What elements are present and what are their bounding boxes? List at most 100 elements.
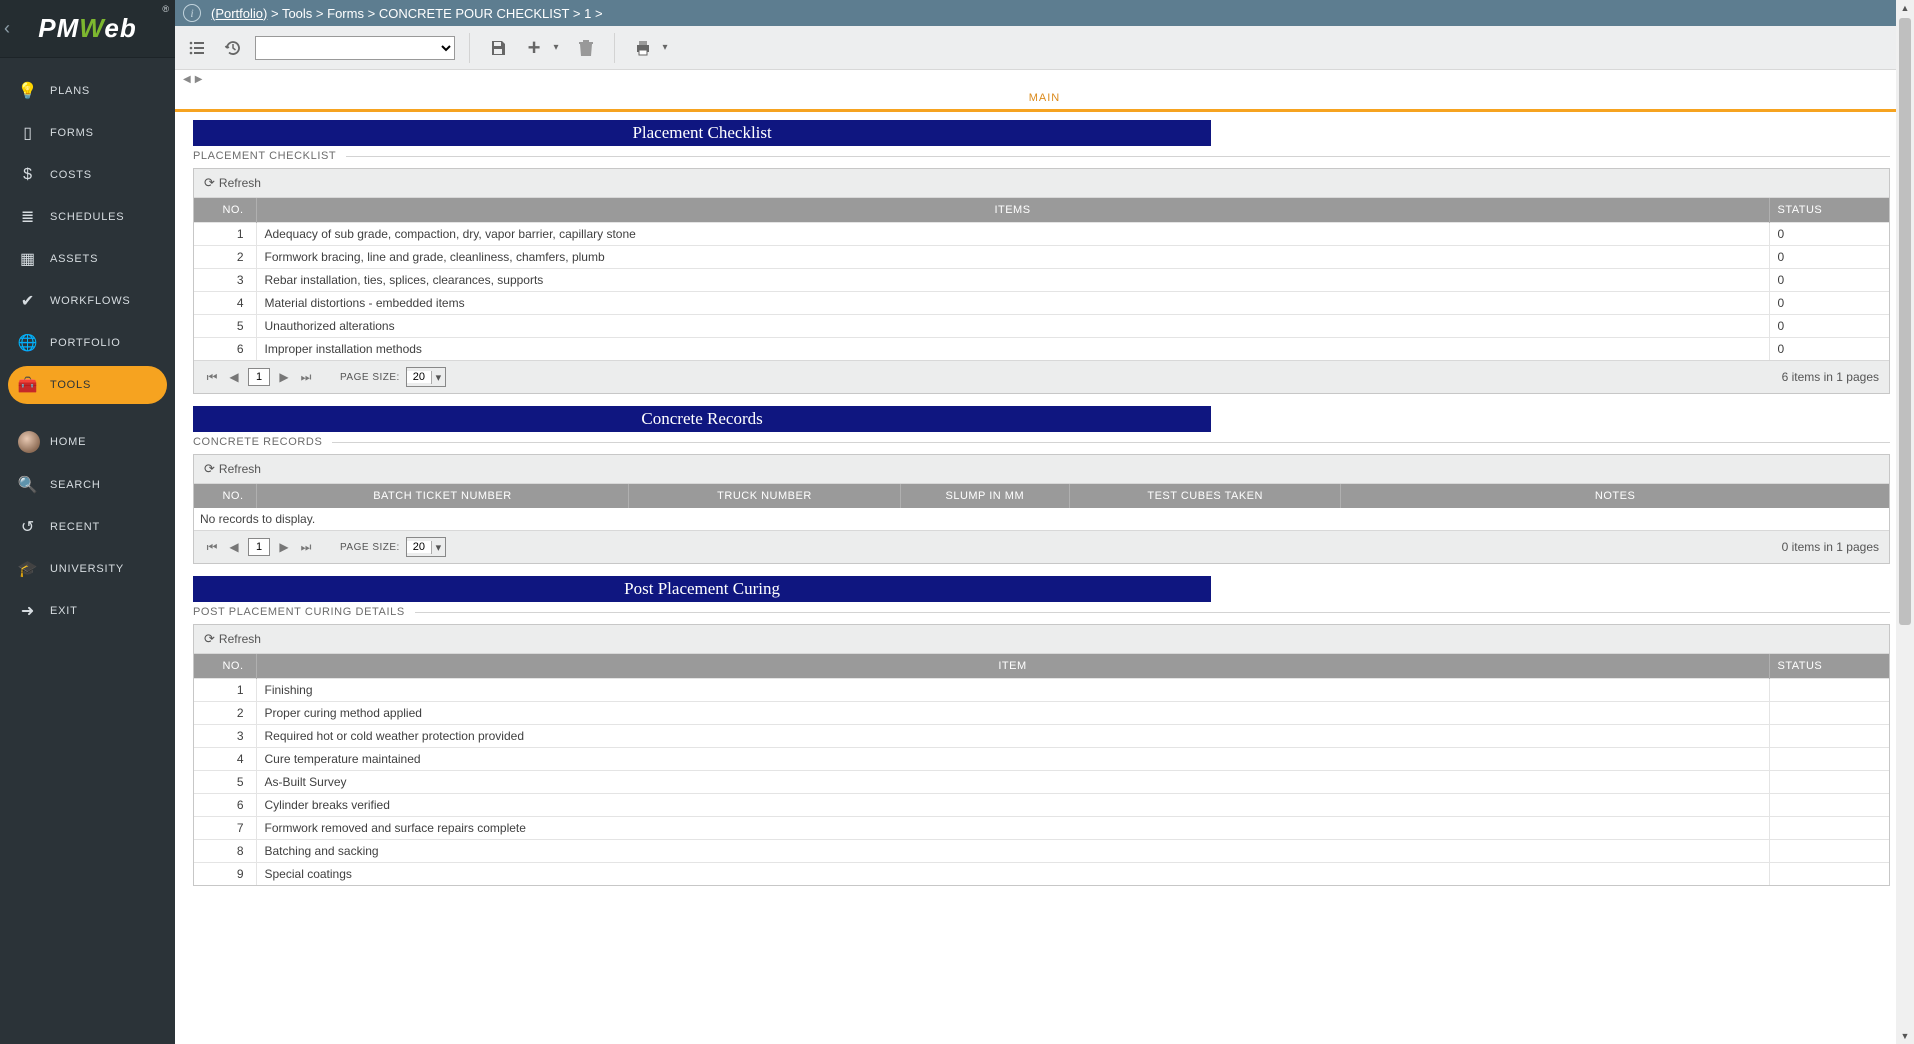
panel-collapse-controls: ◀ ▶ <box>175 70 1914 88</box>
page-size-select[interactable]: ▾ <box>406 537 446 557</box>
nav-tools[interactable]: 🧰TOOLS <box>8 366 167 404</box>
sidebar-collapse-icon[interactable]: ‹ <box>4 18 10 39</box>
nav-search[interactable]: 🔍SEARCH <box>8 466 167 504</box>
cell-no: 7 <box>194 817 256 840</box>
placement-refresh-button[interactable]: ⟳ Refresh <box>204 175 261 191</box>
nav-home[interactable]: HOME <box>8 422 167 462</box>
print-dropdown-icon[interactable]: ▾ <box>657 42 673 53</box>
breadcrumb-segment[interactable]: (Portfolio) <box>211 6 267 21</box>
nav-plans[interactable]: 💡PLANS <box>8 72 167 110</box>
delete-icon[interactable] <box>572 34 600 62</box>
nav-forms[interactable]: ▯FORMS <box>8 114 167 152</box>
col-no[interactable]: NO. <box>194 198 256 223</box>
table-row[interactable]: 1Adequacy of sub grade, compaction, dry,… <box>194 223 1889 246</box>
nav-label: TOOLS <box>50 379 91 391</box>
first-page-icon[interactable]: ⏮ <box>204 370 220 385</box>
chevron-down-icon[interactable]: ▾ <box>431 371 445 384</box>
nav-university[interactable]: 🎓UNIVERSITY <box>8 550 167 588</box>
print-button[interactable]: ▾ <box>629 34 673 62</box>
pager-info: 0 items in 1 pages <box>1782 540 1879 554</box>
table-row[interactable]: 9Special coatings <box>194 863 1889 886</box>
nav-portfolio[interactable]: 🌐PORTFOLIO <box>8 324 167 362</box>
nav-costs[interactable]: $COSTS <box>8 156 167 194</box>
cell-status: 0 <box>1769 338 1889 361</box>
cell-item: Finishing <box>256 679 1769 702</box>
page-input[interactable] <box>248 368 270 386</box>
page-input[interactable] <box>248 538 270 556</box>
cell-item: Adequacy of sub grade, compaction, dry, … <box>256 223 1769 246</box>
table-row[interactable]: 5Unauthorized alterations0 <box>194 315 1889 338</box>
col-status[interactable]: STATUS <box>1769 654 1889 679</box>
next-page-icon[interactable]: ▶ <box>276 370 292 384</box>
add-dropdown-icon[interactable]: ▾ <box>548 42 564 53</box>
scroll-down-icon[interactable]: ▼ <box>1896 1028 1914 1044</box>
col-no[interactable]: NO. <box>194 484 256 508</box>
nav-workflows[interactable]: ✔WORKFLOWS <box>8 282 167 320</box>
list-icon[interactable] <box>183 34 211 62</box>
table-row[interactable]: 2Formwork bracing, line and grade, clean… <box>194 246 1889 269</box>
next-page-icon[interactable]: ▶ <box>276 540 292 554</box>
info-icon[interactable]: i <box>183 4 201 22</box>
table-row[interactable]: 4Cure temperature maintained <box>194 748 1889 771</box>
table-row[interactable]: 7Formwork removed and surface repairs co… <box>194 817 1889 840</box>
logo-text: PMWeb <box>38 13 136 44</box>
curing-refresh-button[interactable]: ⟳ Refresh <box>204 631 261 647</box>
vertical-scrollbar[interactable]: ▲ ▼ <box>1896 0 1914 1044</box>
last-page-icon[interactable]: ⏭ <box>298 540 314 555</box>
tab-bar: MAIN <box>175 88 1914 112</box>
save-icon[interactable] <box>484 34 512 62</box>
nav-recent-icon: ↺ <box>18 517 38 537</box>
tab-main[interactable]: MAIN <box>175 88 1914 112</box>
table-row[interactable]: 1Finishing <box>194 679 1889 702</box>
scroll-thumb[interactable] <box>1899 18 1911 625</box>
avatar <box>18 431 40 453</box>
concrete-refresh-button[interactable]: ⟳ Refresh <box>204 461 261 477</box>
table-row[interactable]: 3Required hot or cold weather protection… <box>194 725 1889 748</box>
record-select[interactable] <box>255 36 455 60</box>
last-page-icon[interactable]: ⏭ <box>298 370 314 385</box>
prev-page-icon[interactable]: ◀ <box>226 540 242 554</box>
chevron-down-icon[interactable]: ▾ <box>431 541 445 554</box>
concrete-banner: Concrete Records <box>193 406 1211 432</box>
col-batch[interactable]: BATCH TICKET NUMBER <box>256 484 629 508</box>
nav-label: COSTS <box>50 169 92 181</box>
collapse-right-icon[interactable]: ▶ <box>193 74 205 85</box>
cell-status <box>1769 702 1889 725</box>
prev-page-icon[interactable]: ◀ <box>226 370 242 384</box>
breadcrumb-segment: Tools <box>282 6 312 21</box>
table-row[interactable]: 2Proper curing method applied <box>194 702 1889 725</box>
table-row[interactable]: 5As-Built Survey <box>194 771 1889 794</box>
history-icon[interactable] <box>219 34 247 62</box>
col-status[interactable]: STATUS <box>1769 198 1889 223</box>
page-size-select[interactable]: ▾ <box>406 367 446 387</box>
scroll-up-icon[interactable]: ▲ <box>1896 0 1914 16</box>
nav-exit[interactable]: ➜EXIT <box>8 592 167 630</box>
nav-label: SEARCH <box>50 479 101 491</box>
breadcrumb-segment: Forms <box>327 6 364 21</box>
plus-icon[interactable]: + <box>520 34 548 62</box>
print-icon[interactable] <box>629 34 657 62</box>
table-row[interactable]: 3Rebar installation, ties, splices, clea… <box>194 269 1889 292</box>
table-row[interactable]: 8Batching and sacking <box>194 840 1889 863</box>
table-row[interactable]: 6Cylinder breaks verified <box>194 794 1889 817</box>
nav-recent[interactable]: ↺RECENT <box>8 508 167 546</box>
nav-schedules[interactable]: ≣SCHEDULES <box>8 198 167 236</box>
nav-exit-icon: ➜ <box>18 601 38 621</box>
cell-no: 6 <box>194 794 256 817</box>
add-button[interactable]: + ▾ <box>520 34 564 62</box>
logo[interactable]: ‹ PMWeb ® <box>0 0 175 58</box>
cell-no: 5 <box>194 315 256 338</box>
table-row[interactable]: 6Improper installation methods0 <box>194 338 1889 361</box>
col-cubes[interactable]: TEST CUBES TAKEN <box>1070 484 1341 508</box>
col-slump[interactable]: SLUMP IN MM <box>900 484 1070 508</box>
col-notes[interactable]: NOTES <box>1341 484 1889 508</box>
collapse-left-icon[interactable]: ◀ <box>181 74 193 85</box>
col-item[interactable]: ITEM <box>256 654 1769 679</box>
table-row[interactable]: 4Material distortions - embedded items0 <box>194 292 1889 315</box>
nav-assets[interactable]: ▦ASSETS <box>8 240 167 278</box>
col-truck[interactable]: TRUCK NUMBER <box>629 484 900 508</box>
col-no[interactable]: NO. <box>194 654 256 679</box>
first-page-icon[interactable]: ⏮ <box>204 540 220 555</box>
col-items[interactable]: ITEMS <box>256 198 1769 223</box>
scroll-track[interactable] <box>1896 16 1914 1028</box>
